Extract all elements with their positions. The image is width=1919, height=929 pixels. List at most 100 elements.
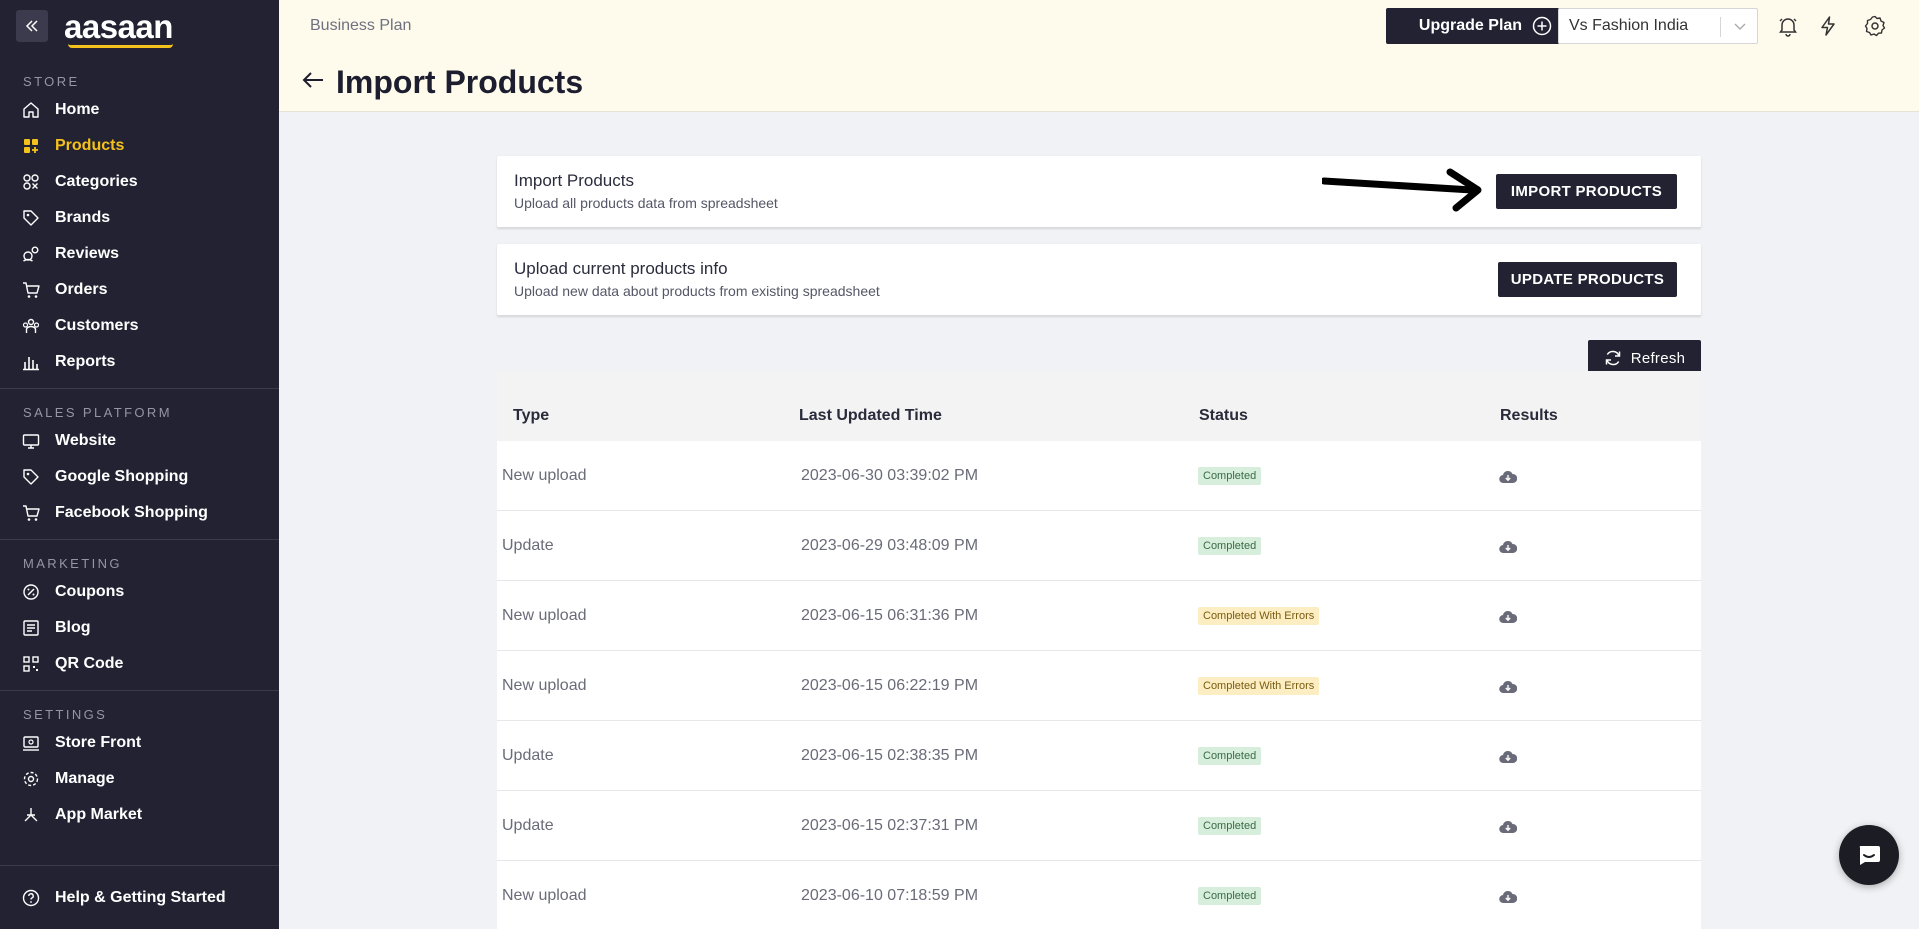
upgrade-plan-button[interactable]: Upgrade Plan bbox=[1386, 8, 1585, 44]
plan-label: Business Plan bbox=[310, 17, 412, 34]
cell-type: New upload bbox=[502, 467, 587, 484]
table-row: New upload 2023-06-15 06:31:36 PM Complete… bbox=[497, 581, 1701, 651]
sidebar-item-qr-code[interactable]: QR Code bbox=[0, 646, 279, 682]
download-results-button[interactable] bbox=[1499, 610, 1518, 629]
tag-icon bbox=[22, 468, 40, 486]
cart-icon bbox=[22, 281, 40, 299]
users-icon bbox=[22, 317, 40, 335]
reviews-icon bbox=[22, 245, 40, 263]
categories-icon bbox=[22, 173, 40, 191]
sidebar-item-blog[interactable]: Blog bbox=[0, 610, 279, 646]
import-card-subtitle: Upload all products data from spreadshee… bbox=[514, 195, 778, 211]
cell-type: New upload bbox=[502, 677, 587, 694]
sidebar-item-label: Reports bbox=[55, 353, 116, 370]
table-row: Update 2023-06-15 02:37:31 PM Completed bbox=[497, 791, 1701, 861]
cell-type: New upload bbox=[502, 887, 587, 904]
sidebar-item-home[interactable]: Home bbox=[0, 92, 279, 128]
pointing-arrow-icon bbox=[1322, 168, 1482, 212]
quick-actions-button[interactable] bbox=[1816, 14, 1840, 38]
sidebar-divider bbox=[0, 388, 279, 389]
sidebar-section-label: SALES PLATFORM bbox=[23, 405, 172, 420]
cloud-download-icon bbox=[1499, 820, 1518, 834]
sidebar-item-orders[interactable]: Orders bbox=[0, 272, 279, 308]
sidebar-item-label: Manage bbox=[55, 770, 115, 787]
sidebar-item-brands[interactable]: Brands bbox=[0, 200, 279, 236]
double-chevron-left-icon bbox=[25, 20, 38, 32]
notifications-button[interactable] bbox=[1776, 14, 1800, 38]
sidebar-item-label: Google Shopping bbox=[55, 468, 189, 485]
sidebar-item-label: Blog bbox=[55, 619, 91, 636]
sidebar-item-categories[interactable]: Categories bbox=[0, 164, 279, 200]
cart-icon bbox=[22, 504, 40, 522]
status-badge: Completed With Errors bbox=[1198, 677, 1320, 695]
sidebar-item-coupons[interactable]: Coupons bbox=[0, 574, 279, 610]
table-row: New upload 2023-06-30 03:39:02 PM Complete… bbox=[497, 441, 1701, 511]
sidebar-item-store-front[interactable]: Store Front bbox=[0, 725, 279, 761]
sidebar-divider bbox=[0, 690, 279, 691]
storefront-icon bbox=[22, 734, 40, 752]
sidebar-item-products[interactable]: Products bbox=[0, 128, 279, 164]
coupon-icon bbox=[22, 583, 40, 601]
sidebar-item-label: Coupons bbox=[55, 583, 125, 600]
cloud-download-icon bbox=[1499, 890, 1518, 904]
sidebar-item-label: Customers bbox=[55, 317, 139, 334]
sidebar-item-reports[interactable]: Reports bbox=[0, 344, 279, 380]
chat-button[interactable] bbox=[1839, 825, 1899, 885]
cloud-download-icon bbox=[1499, 540, 1518, 554]
sidebar-item-app-market[interactable]: App Market bbox=[0, 797, 279, 833]
page-title: Import Products bbox=[336, 64, 584, 100]
update-products-card: Upload current products info Upload new … bbox=[497, 244, 1701, 316]
sidebar-item-label: App Market bbox=[55, 806, 143, 823]
cloud-download-icon bbox=[1499, 610, 1518, 624]
cloud-download-icon bbox=[1499, 470, 1518, 484]
settings-button[interactable] bbox=[1863, 14, 1887, 38]
sidebar-item-label: Products bbox=[55, 137, 125, 154]
cell-time: 2023-06-29 03:48:09 PM bbox=[801, 537, 979, 554]
tag-icon bbox=[22, 209, 40, 227]
status-badge: Completed With Errors bbox=[1198, 607, 1320, 625]
col-results: Results bbox=[1500, 407, 1558, 424]
sidebar-nav: STORE Home Products Categories Brands Reviews… bbox=[0, 74, 279, 833]
sidebar-section-label: STORE bbox=[23, 74, 80, 89]
sidebar-item-reviews[interactable]: Reviews bbox=[0, 236, 279, 272]
cell-time: 2023-06-15 06:22:19 PM bbox=[801, 677, 979, 694]
sidebar-item-manage[interactable]: Manage bbox=[0, 761, 279, 797]
download-results-button[interactable] bbox=[1499, 680, 1518, 699]
cell-type: Update bbox=[502, 747, 554, 764]
download-results-button[interactable] bbox=[1499, 820, 1518, 839]
sidebar-item-google-shopping[interactable]: Google Shopping bbox=[0, 459, 279, 495]
store-selector[interactable]: Vs Fashion India bbox=[1558, 8, 1758, 44]
help-icon bbox=[22, 889, 40, 907]
cell-type: New upload bbox=[502, 607, 587, 624]
cell-type: Update bbox=[502, 537, 554, 554]
download-results-button[interactable] bbox=[1499, 750, 1518, 769]
download-results-button[interactable] bbox=[1499, 470, 1518, 489]
blog-icon bbox=[22, 619, 40, 637]
back-button[interactable] bbox=[301, 70, 325, 95]
collapse-sidebar-button[interactable] bbox=[16, 10, 48, 42]
download-results-button[interactable] bbox=[1499, 890, 1518, 909]
download-results-button[interactable] bbox=[1499, 540, 1518, 559]
sidebar-item-label: Categories bbox=[55, 173, 138, 190]
sidebar-item-facebook-shopping[interactable]: Facebook Shopping bbox=[0, 495, 279, 531]
status-badge: Completed bbox=[1198, 537, 1262, 555]
cell-time: 2023-06-15 02:37:31 PM bbox=[801, 817, 979, 834]
cell-type: Update bbox=[502, 817, 554, 834]
sidebar-item-website[interactable]: Website bbox=[0, 423, 279, 459]
cell-time: 2023-06-30 03:39:02 PM bbox=[801, 467, 979, 484]
help-getting-started[interactable]: Help & Getting Started bbox=[0, 865, 279, 929]
cell-time: 2023-06-10 07:18:59 PM bbox=[801, 887, 979, 904]
home-icon bbox=[22, 101, 40, 119]
sidebar-item-customers[interactable]: Customers bbox=[0, 308, 279, 344]
import-products-card: Import Products Upload all products data… bbox=[497, 156, 1701, 228]
cloud-download-icon bbox=[1499, 750, 1518, 764]
lightning-icon bbox=[1821, 16, 1835, 36]
logo[interactable]: aasaan bbox=[64, 10, 173, 48]
sidebar-divider bbox=[0, 539, 279, 540]
update-products-button[interactable]: UPDATE PRODUCTS bbox=[1498, 262, 1677, 297]
sidebar-item-label: Website bbox=[55, 432, 117, 449]
status-badge: Completed bbox=[1198, 747, 1262, 765]
sidebar-item-label: Reviews bbox=[55, 245, 120, 262]
import-products-button[interactable]: IMPORT PRODUCTS bbox=[1496, 174, 1677, 209]
top-header: Business Plan Import Products Upgrade Pl… bbox=[279, 0, 1919, 112]
